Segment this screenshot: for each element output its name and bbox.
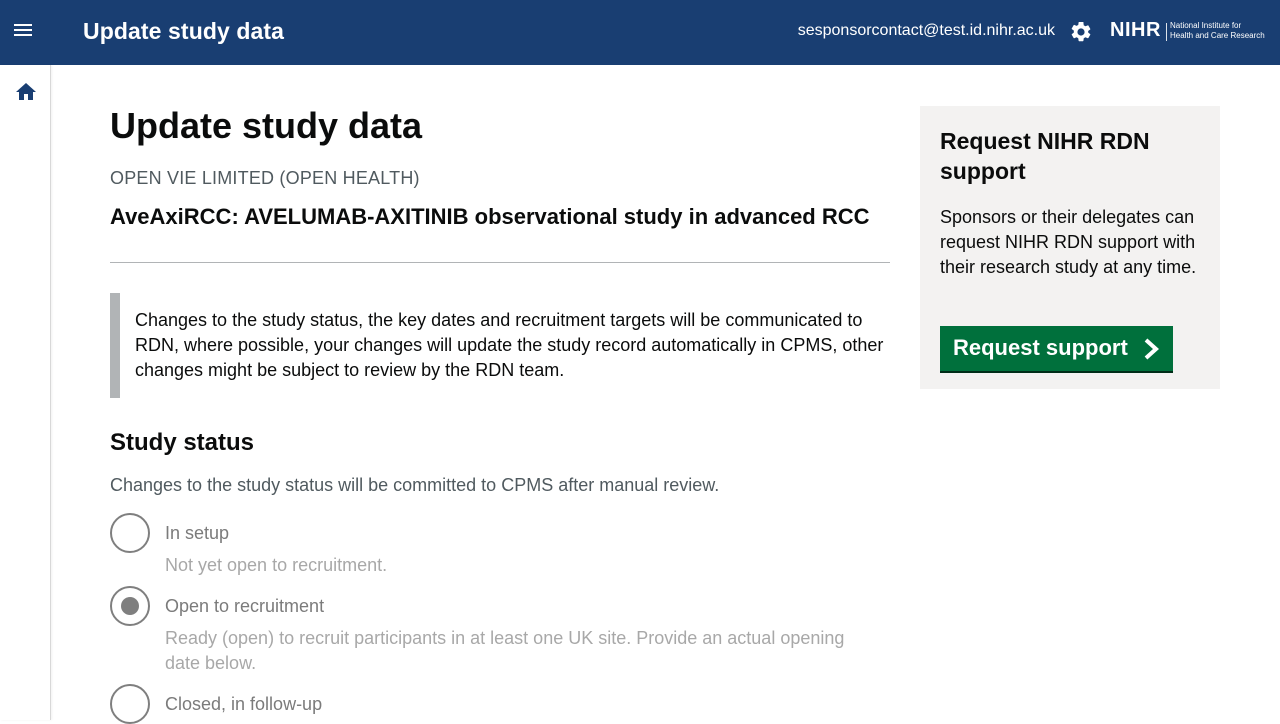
request-support-text: Sponsors or their delegates can request … <box>940 207 1197 277</box>
request-support-button-label: Request support <box>953 335 1128 360</box>
radio-hint: Not yet open to recruitment. <box>165 555 388 575</box>
nihr-logo-subtitle: National Institute for Health and Care R… <box>1170 21 1265 41</box>
radio-selected-dot <box>121 597 139 615</box>
inset-text: Changes to the study status, the key dat… <box>110 293 890 398</box>
side-nav <box>0 65 51 720</box>
request-support-title: Request NIHR RDN support <box>940 128 1150 184</box>
top-header: Update study data sesponsorcontact@test.… <box>0 0 1280 65</box>
home-icon[interactable] <box>14 80 38 104</box>
radio-button[interactable] <box>110 684 150 724</box>
nihr-logo-text: NIHR <box>1110 19 1161 41</box>
study-status-hint: Changes to the study status will be comm… <box>110 475 720 495</box>
logo-subtitle-line2: Health and Care Research <box>1170 31 1265 40</box>
hamburger-menu-icon[interactable] <box>14 20 40 46</box>
nihr-logo: NIHR National Institute for Health and C… <box>1110 19 1270 44</box>
user-email: sesponsorcontact@test.id.nihr.ac.uk <box>797 22 1055 39</box>
organisation-name: OPEN VIE LIMITED (OPEN HEALTH) <box>110 168 420 188</box>
radio-button[interactable] <box>110 513 150 553</box>
radio-label: Open to recruitment <box>165 596 325 616</box>
logo-divider <box>1166 23 1167 41</box>
request-support-button[interactable]: Request support <box>940 326 1173 371</box>
radio-label: Closed, in follow-up <box>165 694 323 714</box>
radio-label: In setup <box>165 523 230 543</box>
study-status-title: Study status <box>110 429 255 456</box>
study-title: AveAxiRCC: AVELUMAB-AXITINIB observation… <box>110 204 870 229</box>
page-title: Update study data <box>110 105 423 146</box>
request-support-panel: Request NIHR RDN support Sponsors or the… <box>920 106 1220 389</box>
chevron-right-icon <box>1141 338 1161 360</box>
gear-icon[interactable] <box>1069 20 1093 44</box>
radio-button[interactable] <box>110 586 150 626</box>
section-divider <box>110 262 890 263</box>
radio-hint: Ready (open) to recruit participants in … <box>165 628 845 673</box>
logo-subtitle-line1: National Institute for <box>1170 21 1242 30</box>
app-title: Update study data <box>83 18 285 44</box>
